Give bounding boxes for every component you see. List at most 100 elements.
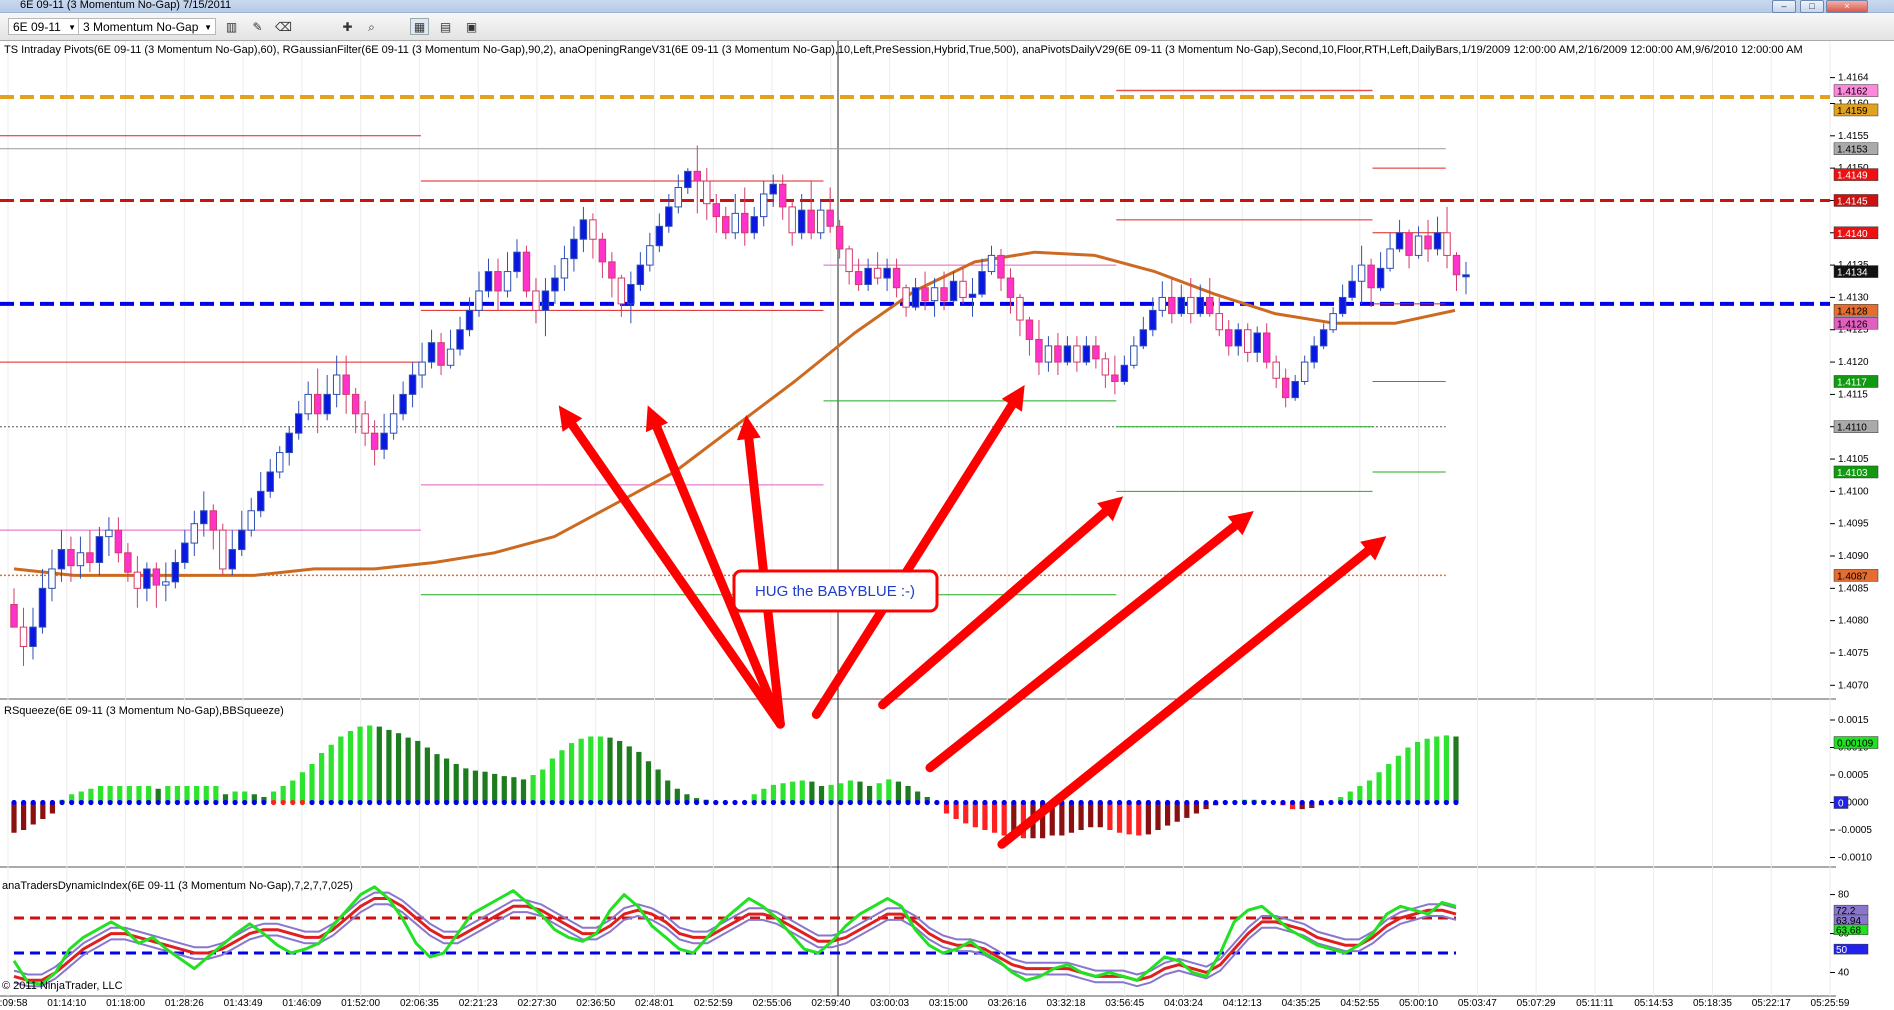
- minimize-button[interactable]: –: [1772, 0, 1796, 13]
- candle-body: [1092, 345, 1100, 360]
- squeeze-bar: [809, 781, 815, 803]
- squeeze-dot: [78, 799, 84, 806]
- maximize-button[interactable]: □: [1800, 0, 1824, 13]
- squeeze-dot: [482, 799, 488, 806]
- squeeze-dot: [866, 799, 873, 806]
- squeeze-dot: [1414, 799, 1421, 806]
- squeeze-bar: [1424, 738, 1430, 803]
- squeeze-dot: [1299, 799, 1305, 806]
- squeeze-bar: [1386, 764, 1392, 803]
- candle-body: [171, 561, 180, 583]
- time-tick-label: 05:07:29: [1517, 998, 1556, 1009]
- candle-body: [484, 271, 493, 292]
- squeeze-bar: [319, 753, 325, 803]
- squeeze-dot: [1184, 799, 1190, 806]
- candle-body: [456, 329, 464, 350]
- squeeze-dot: [367, 799, 373, 806]
- candle-body: [1196, 296, 1205, 315]
- drawing-pencil-icon[interactable]: ✎: [248, 18, 267, 35]
- price-label-text: 1.4103: [1837, 468, 1868, 479]
- squeeze-bar: [11, 802, 17, 833]
- squeeze-dot: [1193, 799, 1200, 806]
- data-box-icon[interactable]: ▣: [462, 18, 481, 35]
- squeeze-dot: [943, 799, 950, 806]
- eraser-icon[interactable]: ⌫: [274, 18, 293, 35]
- candle-body: [361, 413, 369, 434]
- chart-canvas[interactable]: 1.41641.41601.41551.41501.41451.41401.41…: [0, 41, 1894, 1010]
- squeeze-dot: [424, 799, 430, 806]
- squeeze-dot: [578, 799, 584, 806]
- close-button[interactable]: ×: [1826, 0, 1868, 13]
- candle-body: [1452, 254, 1461, 276]
- time-tick-label: 02:48:01: [635, 998, 674, 1009]
- strategy-icon[interactable]: ▤: [436, 18, 455, 35]
- candle-body: [209, 510, 218, 531]
- squeeze-bar: [626, 746, 632, 803]
- squeeze-bar: [1174, 802, 1180, 822]
- squeeze-dot: [924, 799, 930, 806]
- squeeze-dot: [1165, 799, 1171, 806]
- tdi-band-upper: [13, 891, 1457, 976]
- squeeze-dot: [280, 799, 286, 806]
- squeeze-dot: [963, 799, 969, 806]
- squeeze-dot: [1270, 799, 1276, 806]
- candle-body: [646, 245, 654, 266]
- candle-body: [1243, 329, 1252, 353]
- squeeze-bar: [520, 779, 527, 803]
- squeeze-dot: [155, 799, 161, 806]
- squeeze-dot: [626, 799, 632, 806]
- squeeze-bar: [367, 725, 373, 803]
- candle-body: [133, 571, 142, 589]
- candle-body: [1319, 329, 1328, 347]
- squeeze-bar: [492, 773, 498, 803]
- crosshair-icon[interactable]: ✚: [338, 18, 357, 35]
- squeeze-dot: [1088, 799, 1094, 806]
- squeeze-dot: [126, 799, 132, 806]
- arrow-head: [736, 415, 761, 441]
- tdi-lines: [12, 885, 1457, 988]
- squeeze-dot: [174, 799, 181, 806]
- squeeze-dot: [1357, 799, 1363, 806]
- squeeze-bar: [895, 781, 902, 803]
- candle-body: [1130, 345, 1138, 366]
- candle-body: [446, 348, 455, 366]
- squeeze-bar: [549, 758, 555, 803]
- candle-body: [1168, 296, 1176, 315]
- arrow-shaft: [925, 521, 1240, 773]
- candle-body: [541, 290, 550, 311]
- candle-body: [494, 271, 502, 292]
- squeeze-bar: [963, 802, 969, 824]
- tdi-tick-label: 80: [1838, 890, 1850, 901]
- instrument-select[interactable]: 6E 09-11 ▼: [8, 18, 80, 35]
- bar-type-icon[interactable]: ▥: [222, 18, 241, 35]
- candle-body: [19, 626, 28, 648]
- candle-body: [873, 267, 882, 279]
- time-tick-label: 04:03:24: [1164, 998, 1203, 1009]
- candle-body: [627, 283, 635, 305]
- copyright-text: © 2011 NinjaTrader, LLC: [2, 980, 123, 992]
- candle-body: [427, 342, 436, 363]
- squeeze-dot: [328, 799, 334, 806]
- bar-type-select[interactable]: 3 Momentum No-Gap ▼: [78, 18, 216, 35]
- price-tick-label: 1.4070: [1838, 680, 1869, 691]
- zoom-icon[interactable]: ⌕: [362, 18, 381, 35]
- squeeze-bar: [511, 777, 517, 803]
- candle-body: [684, 170, 692, 189]
- properties-icon[interactable]: ▦: [410, 18, 429, 35]
- time-tick-label: 04:12:13: [1223, 998, 1262, 1009]
- candle-body: [266, 471, 274, 492]
- candle-body: [1281, 377, 1290, 399]
- price-label-text: 1.4159: [1837, 106, 1868, 117]
- candle-body: [750, 216, 758, 234]
- squeeze-dot: [886, 799, 892, 806]
- time-tick-label: 05:18:35: [1693, 998, 1732, 1009]
- squeeze-bar: [588, 736, 594, 803]
- candle-body: [418, 361, 426, 376]
- candle-body: [1025, 319, 1034, 340]
- candle-body: [1253, 332, 1261, 353]
- squeeze-dot: [1155, 799, 1161, 806]
- squeeze-tick-label: -0.0010: [1838, 853, 1872, 864]
- candle-body: [1262, 332, 1271, 363]
- candle-body: [1462, 274, 1470, 278]
- price-label-text: 1.4126: [1837, 319, 1868, 330]
